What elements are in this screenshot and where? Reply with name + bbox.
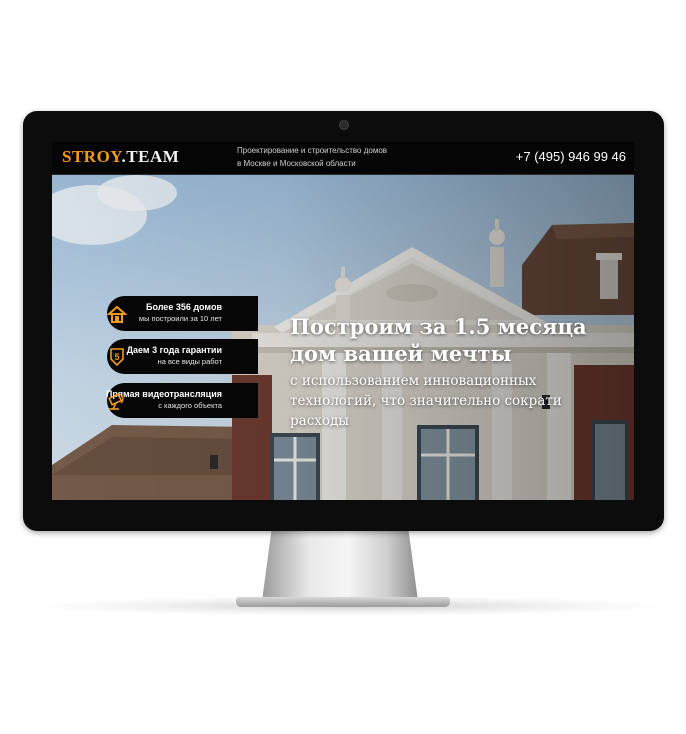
hero-headline-line-1: Построим за 1.5 месяца bbox=[290, 314, 587, 339]
hero-headline-line-2: дом вашей мечты bbox=[290, 341, 512, 366]
house-icon bbox=[107, 305, 127, 323]
site-tagline: Проектирование и строительство домов в М… bbox=[237, 144, 437, 170]
feature-subtitle: мы построили за 10 лет bbox=[138, 314, 222, 323]
monitor-frame: STROY.TEAM Проектирование и строительств… bbox=[23, 111, 664, 531]
logo-part-2: .TEAM bbox=[121, 147, 180, 166]
feature-houses-built: Более 356 домов мы построили за 10 лет bbox=[107, 296, 258, 331]
phone-number-link[interactable]: +7 (495) 946 99 46 bbox=[516, 149, 626, 164]
hero-section: Построим за 1.5 месяца дом вашей мечты с… bbox=[52, 175, 634, 500]
camera-icon bbox=[108, 393, 124, 410]
monitor-screen: STROY.TEAM Проектирование и строительств… bbox=[52, 142, 634, 500]
site-header: STROY.TEAM Проектирование и строительств… bbox=[52, 142, 634, 175]
site-logo[interactable]: STROY.TEAM bbox=[62, 147, 179, 167]
svg-text:5: 5 bbox=[114, 352, 119, 362]
feature-title: Даем 3 года гарантии bbox=[126, 345, 222, 355]
monitor-stand-neck bbox=[262, 531, 418, 601]
hero-subtext-line-1: с использованием инновационных bbox=[290, 373, 537, 389]
feature-subtitle: на все виды работ bbox=[157, 357, 222, 366]
logo-part-1: STROY bbox=[62, 147, 122, 166]
feature-title: Более 356 домов bbox=[145, 302, 222, 312]
tagline-line-2: в Москве и Московской области bbox=[237, 159, 356, 168]
webcam-icon bbox=[339, 120, 349, 130]
shield-5-icon: 5 bbox=[110, 348, 124, 367]
hero-headline: Построим за 1.5 месяца дом вашей мечты bbox=[290, 313, 587, 367]
feature-warranty: Даем 3 года гарантии на все виды работ 5 bbox=[107, 339, 258, 374]
feature-video-stream: Прямая видеотрансляция с каждого объекта bbox=[106, 383, 258, 418]
hero-subtext: с использованием инновационных технологи… bbox=[290, 371, 562, 431]
tagline-line-1: Проектирование и строительство домов bbox=[237, 146, 388, 155]
monitor-stand-base bbox=[236, 597, 450, 607]
hero-subtext-line-2: технологий, что значительно сократи bbox=[290, 393, 562, 409]
hero-subtext-line-3: расходы bbox=[290, 413, 350, 429]
